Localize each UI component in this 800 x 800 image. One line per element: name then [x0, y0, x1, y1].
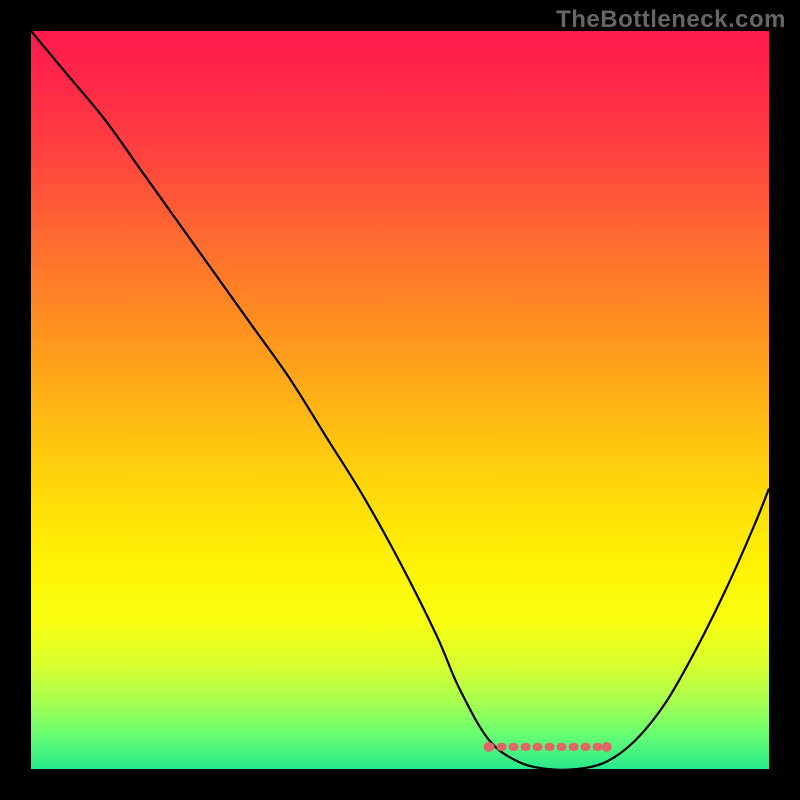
- plot-area: [31, 31, 769, 769]
- optimal-range-end-dot: [602, 742, 612, 752]
- watermark-text: TheBottleneck.com: [556, 6, 786, 34]
- optimal-range-start-dot: [484, 742, 494, 752]
- chart-frame: TheBottleneck.com: [0, 0, 800, 800]
- curve-layer: [31, 31, 769, 769]
- bottleneck-curve: [31, 31, 769, 769]
